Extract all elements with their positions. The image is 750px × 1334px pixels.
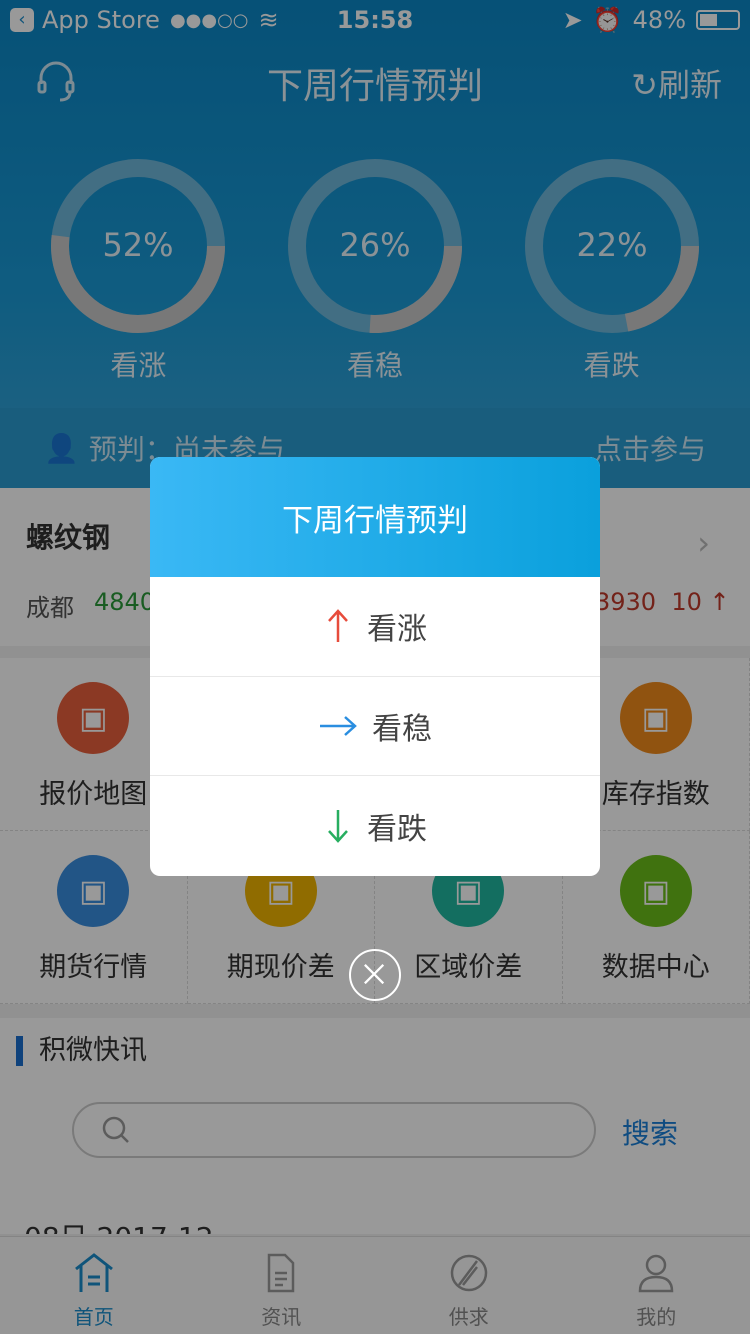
option-label: 看跌 — [367, 811, 427, 847]
option-label: 看涨 — [367, 612, 427, 648]
option-stable[interactable]: 看稳 — [150, 677, 600, 776]
close-icon — [364, 964, 385, 985]
close-dialog-button[interactable] — [349, 949, 401, 1001]
prediction-dialog: 下周行情预判 看涨 看稳 看跌 — [150, 457, 600, 876]
arrow-right-icon — [320, 715, 357, 736]
dialog-title: 下周行情预判 — [150, 457, 600, 577]
arrow-up-icon — [328, 609, 348, 643]
option-fall[interactable]: 看跌 — [150, 776, 600, 876]
option-label: 看稳 — [372, 711, 432, 747]
arrow-down-icon — [328, 809, 348, 843]
option-rise[interactable]: 看涨 — [150, 577, 600, 677]
